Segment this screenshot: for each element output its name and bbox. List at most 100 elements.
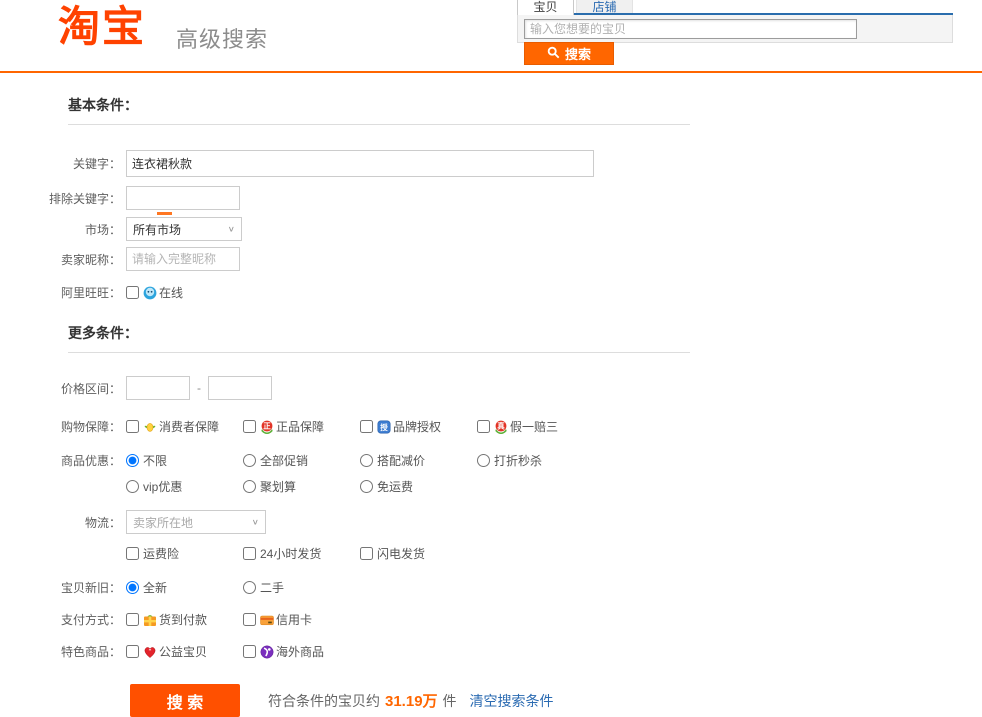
logistics-row: 物流： 卖家所在地 ∨ [0, 510, 982, 534]
search-button[interactable]: 搜 索 [130, 684, 240, 717]
credit-card-checkbox[interactable] [243, 613, 256, 626]
promo-row-1: 商品优惠： 不限 全部促销 搭配减价 打折秒杀 [0, 452, 982, 469]
seller-nickname-row: 卖家昵称： [0, 247, 982, 271]
promo-flash-sale-radio[interactable] [477, 454, 490, 467]
special-items-label: 特色商品： [0, 643, 126, 660]
promo-option-label: 搭配减价 [377, 452, 425, 469]
promo-unlimited-radio[interactable] [126, 454, 139, 467]
condition-option[interactable]: 全新 [126, 579, 243, 596]
protection-option-label: 假一赔三 [510, 418, 558, 435]
payment-option[interactable]: 信用卡 [243, 611, 312, 628]
wangwang-icon [143, 286, 157, 300]
top-search-module: 宝贝 店铺 搜索 [517, 0, 953, 65]
condition-options: 全新 二手 [126, 579, 284, 596]
ship-24h-checkbox[interactable] [243, 547, 256, 560]
cod-checkbox[interactable] [126, 613, 139, 626]
clear-search-link[interactable]: 清空搜索条件 [470, 691, 554, 711]
exclude-keyword-input[interactable] [126, 186, 240, 210]
genuine-badge-icon: 正 [260, 420, 274, 434]
brand-authorization-checkbox[interactable] [360, 420, 373, 433]
logistics-options: 运费险 24小时发货 闪电发货 [126, 545, 425, 562]
logistics-option[interactable]: 24小时发货 [243, 545, 360, 562]
top-search-button-label: 搜索 [565, 44, 591, 63]
charity-item-checkbox[interactable] [126, 645, 139, 658]
promo-option[interactable]: 免运费 [360, 478, 413, 495]
payment-option[interactable]: 货到付款 [126, 611, 243, 628]
shipping-insurance-checkbox[interactable] [126, 547, 139, 560]
promo-option-label: vip优惠 [143, 478, 182, 495]
promo-option-label: 免运费 [377, 478, 413, 495]
promo-option[interactable]: vip优惠 [126, 478, 243, 495]
price-min-input[interactable] [126, 376, 190, 400]
tab-shop[interactable]: 店铺 [576, 0, 633, 13]
promo-option[interactable]: 全部促销 [243, 452, 360, 469]
special-option[interactable]: 海外商品 [243, 643, 324, 660]
seller-nickname-input[interactable] [126, 247, 240, 271]
protection-option[interactable]: 授 品牌授权 [360, 418, 477, 435]
protection-option[interactable]: 消费者保障 [126, 418, 243, 435]
promo-option[interactable]: 不限 [126, 452, 243, 469]
protection-options: 消费者保障 正 正品保障 授 品牌授权 真 假一赔三 [126, 418, 558, 435]
basic-section-title: 基本条件： [68, 95, 982, 115]
protection-option-label: 消费者保障 [159, 418, 219, 435]
top-search-button[interactable]: 搜索 [524, 42, 614, 65]
special-items-row: 特色商品： 公益宝贝 海外商品 [0, 643, 982, 660]
magnifier-icon [547, 46, 560, 62]
promo-option-label: 全部促销 [260, 452, 308, 469]
payment-label: 支付方式： [0, 611, 126, 628]
wangwang-online-checkbox[interactable] [126, 286, 139, 299]
condition-used-radio[interactable] [243, 581, 256, 594]
special-option-label: 海外商品 [276, 643, 324, 660]
promo-juhuasuan-radio[interactable] [243, 480, 256, 493]
logistics-select[interactable]: 卖家所在地 ∨ [126, 510, 266, 534]
promo-vip-radio[interactable] [126, 480, 139, 493]
tab-item[interactable]: 宝贝 [517, 0, 574, 15]
keyword-input[interactable] [126, 150, 594, 177]
promo-option-label: 不限 [143, 452, 167, 469]
promo-options-row2: vip优惠 聚划算 免运费 [126, 478, 413, 495]
special-option[interactable]: 公益宝贝 [126, 643, 243, 660]
market-select[interactable]: 所有市场 ∨ [126, 217, 242, 241]
section-divider [68, 124, 690, 125]
wangwang-online-option[interactable]: 在线 [126, 284, 183, 301]
overseas-item-checkbox[interactable] [243, 645, 256, 658]
logistics-label: 物流： [0, 514, 126, 531]
logistics-option[interactable]: 闪电发货 [360, 545, 425, 562]
overseas-globe-icon [260, 645, 274, 659]
item-condition-row: 宝贝新旧： 全新 二手 [0, 579, 982, 596]
result-summary: 符合条件的宝贝约 31.19万 件 清空搜索条件 [268, 690, 554, 711]
protection-option-label: 品牌授权 [393, 418, 441, 435]
condition-option-label: 全新 [143, 579, 167, 596]
promo-bundle-discount-radio[interactable] [360, 454, 373, 467]
seller-nickname-label: 卖家昵称： [0, 251, 126, 268]
price-range-row: 价格区间： - [0, 376, 982, 400]
protection-row: 购物保障： 消费者保障 正 正品保障 授 品牌授权 真 [0, 418, 982, 435]
price-separator: - [197, 381, 201, 395]
protection-option[interactable]: 正 正品保障 [243, 418, 360, 435]
charity-heart-icon [143, 645, 157, 659]
payment-options: 货到付款 信用卡 [126, 611, 312, 628]
chevron-down-icon: ∨ [252, 518, 259, 527]
market-select-value: 所有市场 [133, 221, 181, 238]
consumer-protection-checkbox[interactable] [126, 420, 139, 433]
promo-free-shipping-radio[interactable] [360, 480, 373, 493]
genuine-guarantee-checkbox[interactable] [243, 420, 256, 433]
brand-auth-icon: 授 [377, 420, 391, 434]
price-range-label: 价格区间： [0, 380, 126, 397]
item-condition-label: 宝贝新旧： [0, 579, 126, 596]
protection-option[interactable]: 真 假一赔三 [477, 418, 558, 435]
promo-option[interactable]: 打折秒杀 [477, 452, 542, 469]
result-count: 31.19万 [385, 690, 438, 711]
promo-all-sales-radio[interactable] [243, 454, 256, 467]
logistics-option[interactable]: 运费险 [126, 545, 243, 562]
payment-option-label: 货到付款 [159, 611, 207, 628]
condition-option[interactable]: 二手 [243, 579, 284, 596]
taobao-logo[interactable]: 淘宝 [58, 4, 146, 50]
price-max-input[interactable] [208, 376, 272, 400]
condition-new-radio[interactable] [126, 581, 139, 594]
top-search-input[interactable] [524, 19, 857, 39]
lightning-delivery-checkbox[interactable] [360, 547, 373, 560]
fake-compensation-checkbox[interactable] [477, 420, 490, 433]
promo-option[interactable]: 聚划算 [243, 478, 360, 495]
promo-option[interactable]: 搭配减价 [360, 452, 477, 469]
